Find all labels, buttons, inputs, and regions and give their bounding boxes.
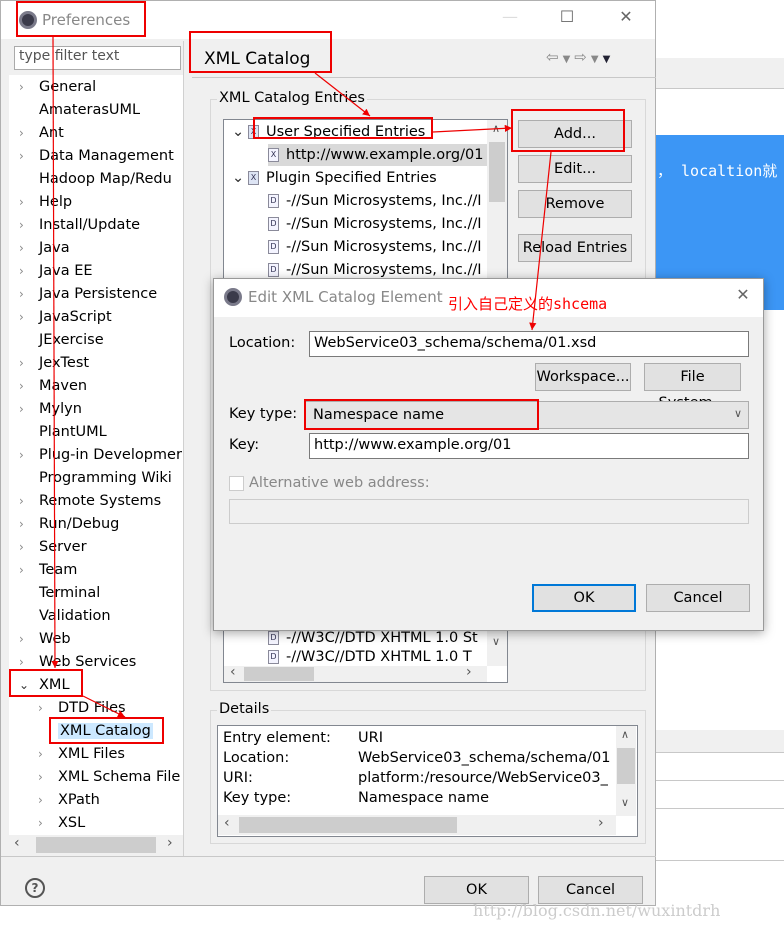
arrow-line — [432, 124, 513, 133]
arrow-line — [314, 72, 371, 117]
annotation-text: 引入自己定义的shcema — [448, 295, 608, 313]
annotation-arrows — [51, 36, 552, 718]
watermark: http://blog.csdn.net/wuxintdrh — [473, 901, 721, 920]
arrow-line — [82, 695, 126, 718]
arrow-line — [51, 36, 59, 669]
